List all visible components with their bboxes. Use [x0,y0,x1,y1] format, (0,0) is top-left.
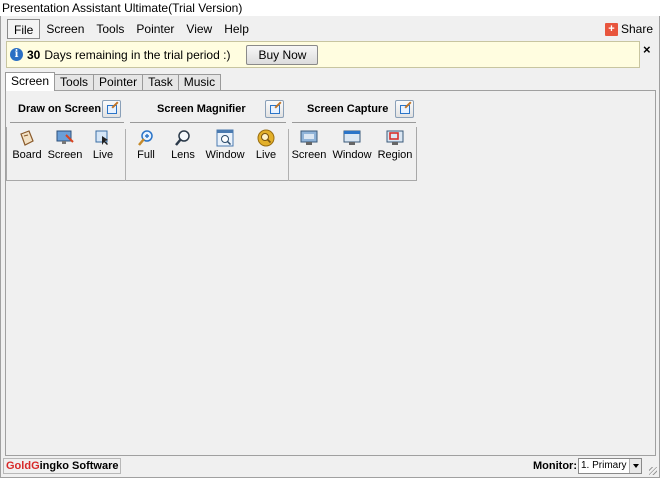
menu-tools[interactable]: Tools [90,19,130,39]
live-zoom-icon [257,129,275,147]
status-bar: GoldGingko Software Monitor: 1. Primary … [1,456,659,477]
tab-music[interactable]: Music [177,74,222,91]
capture-settings-icon[interactable] [395,100,414,118]
capture-group-title: Screen Capture [307,103,389,115]
magnifier-group-header: Screen Magnifier [157,97,246,121]
brand-gold: Gold [6,460,32,472]
zoom-in-icon [137,129,155,147]
draw-group-title: Draw on Screen [18,103,102,115]
window-zoom-icon [216,129,234,147]
draw-live-button[interactable]: Live [82,129,124,162]
share-label: Share [620,22,653,36]
magnifier-group-divider [130,122,286,123]
magnify-full-label: Full [137,149,155,161]
magnify-lens-label: Lens [171,149,195,161]
brand-g: G [31,460,40,472]
capture-window-icon [343,129,361,147]
capture-region-label: Region [377,149,413,161]
tab-task[interactable]: Task [142,74,179,91]
tab-bar: Screen Tools Pointer Task Music [5,72,222,91]
screen-draw-icon [56,129,74,147]
menu-screen[interactable]: Screen [40,19,90,39]
magnify-live-label: Live [255,149,277,161]
menu-pointer[interactable]: Pointer [130,19,180,39]
close-trial-icon[interactable]: × [643,43,651,57]
share-icon: + [604,22,618,36]
draw-group-header: Draw on Screen [18,97,101,121]
tab-tools[interactable]: Tools [54,74,95,91]
capture-window-label: Window [332,149,372,161]
tab-screen[interactable]: Screen [5,72,56,91]
magnify-window-label: Window [205,149,245,161]
draw-screen-button[interactable]: Screen [44,129,86,162]
chevron-down-icon[interactable] [629,459,641,473]
menu-view[interactable]: View [180,19,218,39]
trial-message: Days remaining in the trial period :) [44,47,231,62]
capture-group-header: Screen Capture [307,97,388,121]
capture-region-button[interactable]: Region [374,129,416,162]
draw-board-label: Board [12,149,42,161]
menu-help[interactable]: Help [218,19,255,39]
brand-logo[interactable]: GoldGingko Software [3,458,122,474]
app-window: File Screen Tools Pointer View Help + Sh… [0,16,660,478]
menu-bar: File Screen Tools Pointer View Help + Sh… [1,18,659,40]
capture-screen-label: Screen [291,149,327,161]
info-icon: i [10,48,23,61]
draw-screen-label: Screen [47,149,83,161]
magnify-window-button[interactable]: Window [204,129,246,162]
capture-screen-icon [300,129,318,147]
resize-grip[interactable] [649,467,657,475]
magnifier-icon [174,129,192,147]
monitor-select[interactable]: 1. Primary M [578,458,642,474]
board-icon [18,129,36,147]
magnifier-group-title: Screen Magnifier [157,103,246,115]
capture-region-icon [386,129,404,147]
screen-panel: Draw on Screen Screen Magnifier Screen C… [5,90,656,456]
capture-window-button[interactable]: Window [331,129,373,162]
share-button[interactable]: + Share [604,20,653,38]
draw-live-label: Live [92,149,114,161]
live-draw-icon [94,129,112,147]
window-title: Presentation Assistant Ultimate(Trial Ve… [0,0,660,16]
tab-pointer[interactable]: Pointer [93,74,144,91]
draw-board-button[interactable]: Board [6,129,48,162]
capture-screen-button[interactable]: Screen [288,129,330,162]
buy-now-button[interactable]: Buy Now [246,44,319,65]
capture-group-divider [292,122,416,123]
magnify-full-button[interactable]: Full [125,129,167,162]
draw-group-divider [10,122,124,123]
trial-banner: i 30 Days remaining in the trial period … [6,41,640,68]
trial-days: 30 [27,47,41,62]
draw-settings-icon[interactable] [102,100,121,118]
monitor-label: Monitor: [533,460,577,472]
magnifier-settings-icon[interactable] [265,100,284,118]
magnify-live-button[interactable]: Live [245,129,287,162]
menu-file[interactable]: File [7,19,41,39]
brand-rest: ingko Software [39,460,119,472]
magnify-lens-button[interactable]: Lens [162,129,204,162]
